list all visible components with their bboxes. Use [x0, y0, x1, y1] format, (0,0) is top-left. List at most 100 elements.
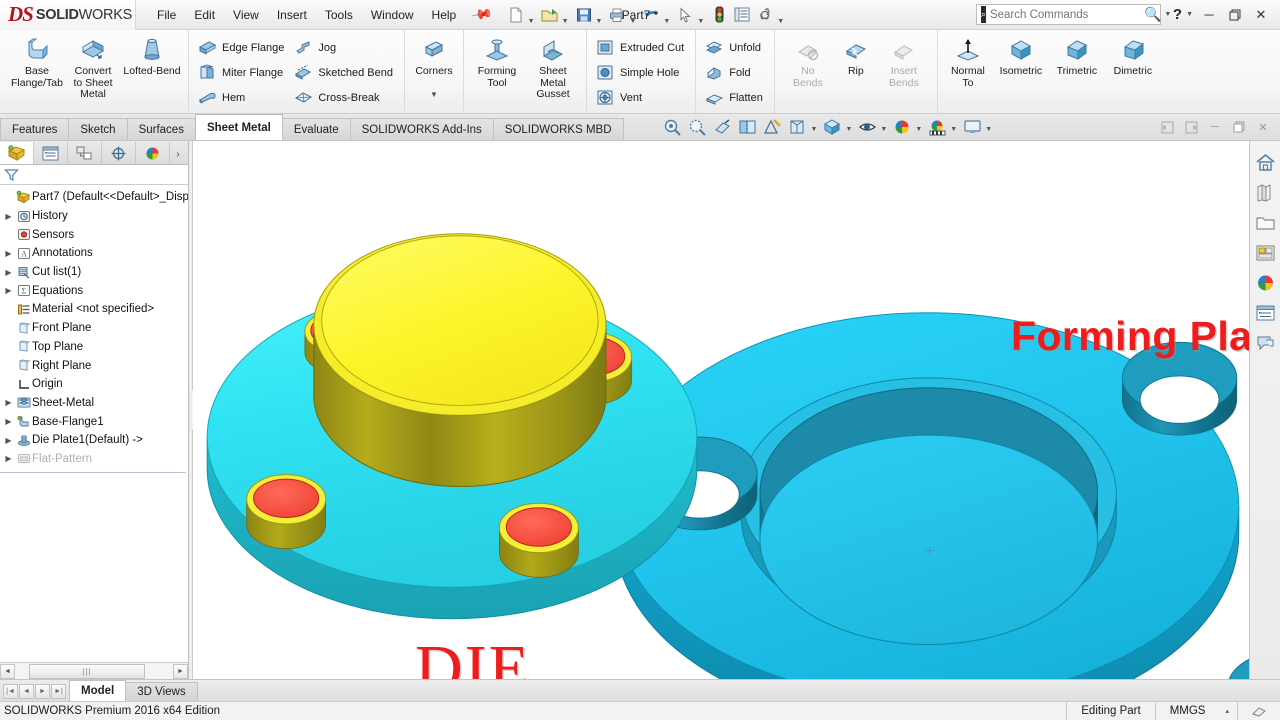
menu-item-insert[interactable]: Insert [268, 5, 316, 25]
tree-node-material[interactable]: Material <not specified> [0, 300, 188, 319]
3d-model-viewport[interactable] [193, 141, 1249, 679]
magnifier-icon[interactable]: 🔍 [1144, 6, 1164, 23]
hscroll-thumb[interactable]: ||| [29, 663, 145, 679]
tree-node-sheet-metal[interactable]: ▶ Sheet-Metal [0, 394, 188, 413]
view-box-icon[interactable] [786, 116, 810, 138]
tree-arrow[interactable]: ▶ [2, 249, 15, 258]
display-manager-sphere-icon[interactable] [136, 142, 170, 164]
scene-caret[interactable]: ▼ [950, 126, 959, 133]
corners-dropdown-caret[interactable]: ▼ [430, 90, 438, 99]
trimetric-button[interactable]: Trimetric [1049, 33, 1105, 82]
tab-solidworks-addins[interactable]: SOLIDWORKS Add-Ins [349, 118, 494, 140]
nav-next[interactable]: ► [35, 684, 50, 699]
tree-node-sensors[interactable]: Sensors [0, 225, 188, 244]
hscroll-track[interactable]: ||| [15, 663, 173, 679]
print-caret[interactable]: ▼ [629, 18, 636, 30]
previous-view-icon[interactable] [711, 116, 735, 138]
tab-surfaces[interactable]: Surfaces [126, 118, 196, 140]
tree-arrow[interactable]: ▶ [2, 454, 15, 463]
menu-item-tools[interactable]: Tools [316, 5, 362, 25]
dimxpert-target-icon[interactable] [102, 142, 136, 164]
tree-node-die-plate1[interactable]: ▶ Die Plate1(Default) -> [0, 431, 188, 450]
help-button[interactable]: ? [1169, 6, 1186, 23]
tree-arrow[interactable]: ▶ [2, 268, 15, 277]
base-flange-tab-button[interactable]: Base Flange/Tab [9, 33, 65, 93]
new-file-caret[interactable]: ▼ [528, 18, 535, 30]
sketched-bend-button[interactable]: Sketched Bend [290, 60, 399, 85]
save-caret[interactable]: ▼ [596, 18, 603, 30]
appearance-caret[interactable]: ▼ [915, 126, 924, 133]
convert-to-sheet-metal-button[interactable]: Convert to Sheet Metal [65, 33, 121, 105]
tab-evaluate[interactable]: Evaluate [281, 118, 351, 140]
scene-icon[interactable] [925, 116, 949, 138]
vent-button[interactable]: Vent [592, 85, 690, 110]
hscroll-right-arrow[interactable]: ► [173, 663, 188, 679]
dimetric-button[interactable]: Dimetric [1105, 33, 1161, 82]
tree-node-front-plane[interactable]: Front Plane [0, 319, 188, 338]
restore-icon[interactable] [1222, 2, 1248, 28]
panel-right-icon[interactable] [1180, 117, 1202, 137]
tree-node-flat-pattern[interactable]: ▶ Flat-Pattern [0, 450, 188, 469]
edge-flange-button[interactable]: Edge Flange [194, 35, 290, 60]
home-icon[interactable] [1252, 149, 1279, 176]
tree-arrow[interactable]: ▶ [2, 212, 15, 221]
undo-caret[interactable]: ▼ [663, 18, 670, 30]
floppy-save-icon[interactable] [573, 4, 595, 26]
custom-properties-icon[interactable] [1252, 299, 1279, 326]
library-icon[interactable] [1252, 179, 1279, 206]
feature-manager-more-tabs[interactable]: › [170, 149, 186, 164]
cursor-arrow-icon[interactable] [674, 4, 696, 26]
model-tab[interactable]: Model [69, 680, 127, 701]
restore-doc-icon[interactable] [1228, 117, 1250, 137]
feature-manager-tree-tab[interactable] [0, 142, 34, 164]
list-panel-icon[interactable] [731, 4, 753, 26]
zoom-fit-icon[interactable] [661, 116, 685, 138]
close-doc-icon[interactable]: ✕ [1252, 117, 1274, 137]
simple-hole-button[interactable]: Simple Hole [592, 60, 690, 85]
zoom-area-icon[interactable] [686, 116, 710, 138]
tree-node-cut-list[interactable]: ▶ Cut list(1) [0, 263, 188, 282]
flatten-button[interactable]: Flatten [701, 85, 769, 110]
feature-tree-hscrollbar[interactable]: ◄ ||| ► [0, 662, 188, 679]
minimize-icon[interactable]: ─ [1196, 2, 1222, 28]
sheet-metal-gusset-button[interactable]: Sheet Metal Gusset [525, 33, 581, 105]
file-explorer-icon[interactable] [1252, 209, 1279, 236]
feature-tree-filter[interactable] [0, 165, 188, 185]
nav-prev[interactable]: ◄ [19, 684, 34, 699]
monitor-caret[interactable]: ▼ [985, 126, 994, 133]
search-commands-box[interactable]: ⌕ 🔍 ▼ [975, 4, 1171, 25]
eye-icon[interactable] [855, 116, 879, 138]
extruded-cut-button[interactable]: Extruded Cut [592, 35, 690, 60]
tab-sketch[interactable]: Sketch [68, 118, 128, 140]
traffic-light-icon[interactable] [708, 4, 730, 26]
3dexperience-marketplace-icon[interactable] [1252, 329, 1279, 356]
search-input[interactable] [989, 8, 1144, 21]
tree-node-top-plane[interactable]: Top Plane [0, 338, 188, 357]
miter-flange-button[interactable]: Miter Flange [194, 60, 290, 85]
tree-node-base-flange1[interactable]: ▶ Base-Flange1 [0, 412, 188, 431]
tree-node-origin[interactable]: Origin [0, 375, 188, 394]
view-orientation-icon[interactable] [761, 116, 785, 138]
menu-item-edit[interactable]: Edit [185, 5, 224, 25]
tree-arrow[interactable]: ▶ [2, 436, 15, 445]
tab-sheet-metal[interactable]: Sheet Metal [194, 114, 283, 140]
open-file-caret[interactable]: ▼ [562, 18, 569, 30]
tree-node-equations[interactable]: ▶ Σ Equations [0, 281, 188, 300]
property-manager-tab[interactable] [34, 142, 68, 164]
rip-button[interactable]: Rip [836, 33, 876, 82]
menu-item-help[interactable]: Help [423, 5, 466, 25]
display-style-caret[interactable]: ▼ [845, 126, 854, 133]
monitor-icon[interactable] [960, 116, 984, 138]
select-caret[interactable]: ▼ [697, 18, 704, 30]
sketch-overlay-icon[interactable] [1237, 701, 1280, 720]
close-icon[interactable]: ✕ [1248, 2, 1274, 28]
tree-node-history[interactable]: ▶ History [0, 207, 188, 226]
open-folder-icon[interactable] [539, 4, 561, 26]
corners-button[interactable]: Corners ▼ [410, 33, 458, 103]
display-style-cube-icon[interactable] [820, 116, 844, 138]
new-file-icon[interactable] [505, 4, 527, 26]
cross-break-button[interactable]: Cross-Break [290, 85, 399, 110]
appearance-sphere-icon[interactable] [890, 116, 914, 138]
pushpin-icon[interactable]: 📌 [470, 3, 494, 27]
hem-button[interactable]: Hem [194, 85, 290, 110]
